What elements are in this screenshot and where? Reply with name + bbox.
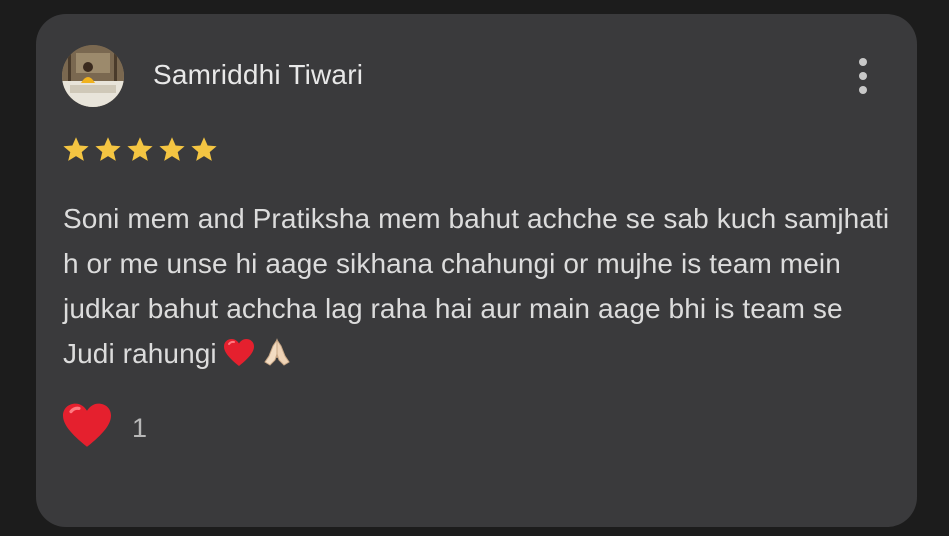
star-icon [63, 137, 89, 161]
star-icon [127, 137, 153, 161]
avatar-photo [62, 45, 124, 107]
review-body: Soni mem and Pratiksha mem bahut achche … [63, 203, 890, 369]
folded-hands-icon [261, 336, 293, 381]
star-icon [159, 137, 185, 161]
avatar[interactable] [62, 45, 124, 107]
review-text: Soni mem and Pratiksha mem bahut achche … [63, 196, 893, 381]
reaction-button[interactable]: 1 [60, 402, 147, 455]
star-icon [191, 137, 217, 161]
heart-reaction-icon [60, 402, 114, 455]
more-options-icon[interactable] [848, 56, 878, 96]
star-rating [62, 136, 218, 163]
author-name: Samriddhi Tiwari [153, 59, 364, 90]
red-heart-icon [223, 336, 255, 381]
reaction-count: 1 [132, 413, 148, 443]
star-icon [95, 137, 121, 161]
review-card: Samriddhi Tiwari Soni mem and Pratiksha … [36, 14, 917, 527]
